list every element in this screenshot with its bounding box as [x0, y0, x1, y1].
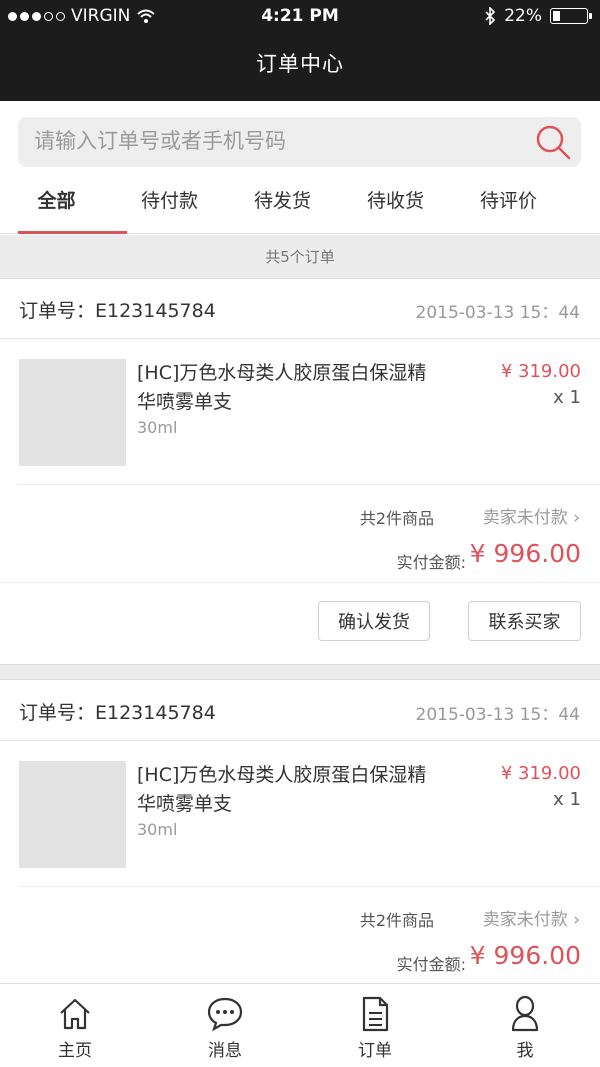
divider	[18, 484, 600, 485]
paid-label: 实付金额:	[396, 955, 466, 974]
tab-pending-review[interactable]: 待评价	[452, 170, 565, 233]
paid-amount: ¥ 996.00	[469, 539, 581, 568]
order-tabs: 全部 待付款 待发货 待收货 待评价	[0, 170, 600, 234]
status-bar: VIRGIN 4:21 PM 22%	[0, 0, 600, 34]
battery-percent: 22%	[504, 6, 542, 26]
order-number: 订单号：E123145784	[19, 702, 216, 724]
nav-profile[interactable]: 我	[450, 984, 600, 1067]
contact-buyer-button[interactable]: 联系买家	[468, 601, 581, 641]
bluetooth-icon	[485, 7, 496, 25]
nav-label: 消息	[208, 1041, 242, 1061]
bottom-nav: 主页 消息 订单 我	[0, 983, 600, 1067]
status-right: 22%	[484, 6, 592, 26]
product-price: ¥ 319.00	[500, 763, 581, 784]
nav-label: 订单	[358, 1041, 392, 1061]
top-bar: VIRGIN 4:21 PM 22% 订单中心	[0, 0, 600, 101]
order-header: 订单号：E123145784 2015-03-13 15：44	[0, 279, 600, 339]
search-bar	[18, 117, 581, 167]
nav-label: 我	[516, 1041, 534, 1061]
order-separator	[0, 664, 600, 680]
product-thumbnail[interactable]	[19, 359, 126, 466]
items-count: 共2件商品	[359, 911, 434, 930]
product-thumbnail[interactable]	[19, 761, 126, 868]
order-date: 2015-03-13 15：44	[415, 705, 580, 725]
product-qty: x 1	[553, 789, 581, 810]
search-icon[interactable]	[533, 122, 573, 162]
battery-icon	[550, 8, 592, 24]
nav-messages[interactable]: 消息	[150, 984, 300, 1067]
confirm-shipment-button[interactable]: 确认发货	[318, 601, 430, 641]
nav-label: 主页	[58, 1041, 92, 1061]
product-spec: 30ml	[137, 418, 178, 437]
product-spec: 30ml	[137, 820, 178, 839]
tab-all[interactable]: 全部	[0, 170, 127, 234]
product-price: ¥ 319.00	[500, 361, 581, 382]
divider	[18, 886, 600, 887]
tab-pending-shipment[interactable]: 待发货	[226, 170, 339, 233]
items-count: 共2件商品	[359, 509, 434, 528]
message-icon	[207, 997, 243, 1032]
order-count: 共5个订单	[0, 235, 600, 279]
pay-status-link[interactable]: 卖家未付款 ›	[483, 503, 580, 528]
chevron-right-icon: ›	[573, 910, 580, 930]
order-card[interactable]: 订单号：E123145784 2015-03-13 15：44 [HC]万色水母…	[0, 681, 600, 983]
order-icon	[362, 996, 389, 1032]
paid-label: 实付金额:	[396, 553, 466, 572]
pay-status-link[interactable]: 卖家未付款 ›	[483, 905, 580, 930]
tab-pending-receipt[interactable]: 待收货	[339, 170, 452, 233]
product-qty: x 1	[553, 387, 581, 408]
pay-status-text: 卖家未付款	[482, 508, 568, 528]
order-date: 2015-03-13 15：44	[415, 303, 580, 323]
pay-status-text: 卖家未付款	[482, 910, 568, 930]
home-icon	[60, 998, 90, 1030]
order-number: 订单号：E123145784	[19, 300, 216, 322]
page-title: 订单中心	[256, 52, 344, 76]
tab-pending-payment[interactable]: 待付款	[113, 170, 226, 233]
order-header: 订单号：E123145784 2015-03-13 15：44	[0, 681, 600, 741]
nav-home[interactable]: 主页	[0, 984, 150, 1067]
profile-icon	[511, 995, 539, 1032]
divider	[0, 582, 600, 583]
paid-amount: ¥ 996.00	[469, 941, 581, 970]
product-name[interactable]: [HC]万色水母类人胶原蛋白保湿精华喷雾单支	[137, 761, 437, 819]
chevron-right-icon: ›	[573, 508, 580, 528]
search-input[interactable]	[34, 117, 514, 167]
nav-orders[interactable]: 订单	[300, 984, 450, 1067]
product-name[interactable]: [HC]万色水母类人胶原蛋白保湿精华喷雾单支	[137, 359, 437, 417]
order-card[interactable]: 订单号：E123145784 2015-03-13 15：44 [HC]万色水母…	[0, 279, 600, 664]
